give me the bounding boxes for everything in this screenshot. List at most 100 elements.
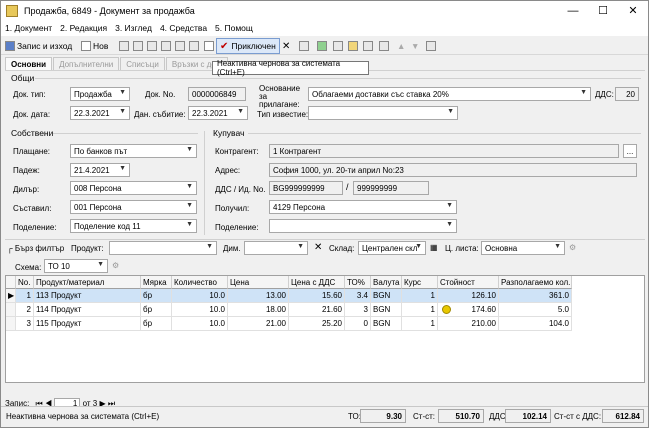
column-header[interactable]: Цена bbox=[228, 276, 289, 289]
available-qty-cell: 361.0 bbox=[499, 289, 572, 303]
unit-cell[interactable]: бр bbox=[141, 289, 172, 303]
quantity-cell[interactable]: 10.0 bbox=[172, 303, 228, 317]
menu-document[interactable]: 1. Документ bbox=[5, 23, 52, 33]
minimize-button[interactable]: — bbox=[558, 1, 588, 20]
quantity-cell[interactable]: 10.0 bbox=[172, 317, 228, 331]
currency-cell[interactable]: BGN bbox=[371, 289, 402, 303]
buyer-division-select[interactable]: ▼ bbox=[269, 219, 457, 233]
refresh-button[interactable] bbox=[317, 38, 329, 54]
maximize-button[interactable]: ☐ bbox=[588, 1, 618, 20]
to-percent-cell[interactable]: 0 bbox=[345, 317, 371, 331]
notice-type-select[interactable]: ▼ bbox=[308, 106, 458, 120]
unit-cell[interactable]: бр bbox=[141, 317, 172, 331]
doc-date-picker[interactable]: 22.3.2021 ▼ bbox=[70, 106, 130, 120]
tooltip: Неактивна чернова за системата (Ctrl+E) bbox=[212, 59, 369, 77]
paste-button[interactable] bbox=[147, 38, 159, 54]
rate-cell[interactable]: 1 bbox=[402, 303, 438, 317]
close-button[interactable]: ✕ bbox=[618, 1, 648, 20]
product-filter-select[interactable]: ▼ bbox=[109, 241, 217, 255]
dim-filter-select[interactable]: ▼ bbox=[244, 241, 308, 255]
doc-no-field[interactable]: 0000006849 bbox=[188, 87, 246, 101]
column-header[interactable]: Разполагаемо кол. bbox=[499, 276, 572, 289]
column-header[interactable]: No. bbox=[16, 276, 34, 289]
preview-button[interactable] bbox=[175, 38, 187, 54]
payment-select[interactable]: По банков път ▼ bbox=[70, 144, 197, 158]
rate-cell[interactable]: 1 bbox=[402, 289, 438, 303]
price-cell[interactable]: 21.00 bbox=[228, 317, 289, 331]
attach-button[interactable] bbox=[333, 38, 345, 54]
receiver-select[interactable]: 4129 Персона ▼ bbox=[269, 200, 457, 214]
print-button[interactable] bbox=[161, 38, 173, 54]
column-header[interactable]: Продукт/материал bbox=[34, 276, 141, 289]
tab-additional[interactable]: Допълнителни bbox=[53, 57, 120, 70]
cart-button[interactable] bbox=[363, 38, 375, 54]
save-exit-button[interactable]: Запис и изход bbox=[5, 38, 72, 54]
basis-select[interactable]: Облагаеми доставки със ставка 20% ▼ bbox=[308, 87, 591, 101]
price-vat-cell[interactable]: 15.60 bbox=[289, 289, 345, 303]
column-header[interactable]: Курс bbox=[402, 276, 438, 289]
price-vat-cell[interactable]: 25.20 bbox=[289, 317, 345, 331]
folder-button[interactable] bbox=[348, 38, 360, 54]
complete-button[interactable]: ✔ Приключен bbox=[216, 38, 280, 54]
new-button[interactable]: Нов bbox=[81, 38, 108, 54]
copy-button[interactable] bbox=[133, 38, 145, 54]
contractor-field[interactable]: 1 Контрагент bbox=[269, 144, 619, 158]
to-percent-cell[interactable]: 3.4 bbox=[345, 289, 371, 303]
pricelist-config-icon[interactable]: ⚙ bbox=[569, 243, 576, 252]
list-button[interactable] bbox=[299, 38, 311, 54]
move-down-button[interactable]: ▼ bbox=[411, 38, 419, 54]
draft-button[interactable] bbox=[204, 38, 216, 54]
price-vat-cell[interactable]: 21.60 bbox=[289, 303, 345, 317]
creator-select[interactable]: 001 Персона ▼ bbox=[70, 200, 197, 214]
vat-total-field: 102.14 bbox=[505, 409, 551, 423]
chevron-down-icon: ▼ bbox=[186, 146, 193, 153]
menu-edit[interactable]: 2. Редакция bbox=[60, 23, 107, 33]
event-date-picker[interactable]: 22.3.2021 ▼ bbox=[188, 106, 248, 120]
to-percent-cell[interactable]: 3 bbox=[345, 303, 371, 317]
quantity-cell[interactable]: 10.0 bbox=[172, 289, 228, 303]
cancel-button[interactable]: ✕ bbox=[282, 38, 290, 54]
column-header[interactable]: Стойност bbox=[438, 276, 499, 289]
column-header[interactable]: Мярка bbox=[141, 276, 172, 289]
clear-filter-icon[interactable]: ✕ bbox=[314, 242, 322, 253]
column-header[interactable]: ТО% bbox=[345, 276, 371, 289]
app-icon bbox=[6, 4, 18, 17]
currency-cell[interactable]: BGN bbox=[371, 317, 402, 331]
vat-id-field[interactable]: BG999999999 bbox=[269, 181, 343, 195]
help-button[interactable] bbox=[426, 38, 438, 54]
own-division-select[interactable]: Поделение код 11 ▼ bbox=[70, 219, 197, 233]
address-field[interactable]: София 1000, ул. 20-ти април No:23 bbox=[269, 163, 637, 177]
product-cell[interactable]: 115 Продукт bbox=[34, 317, 141, 331]
rate-cell[interactable]: 1 bbox=[402, 317, 438, 331]
warehouse-doc-icon[interactable]: ▦ bbox=[430, 243, 438, 252]
product-cell[interactable]: 114 Продукт bbox=[34, 303, 141, 317]
price-cell[interactable]: 13.00 bbox=[228, 289, 289, 303]
due-date-picker[interactable]: 21.4.2021 ▼ bbox=[70, 163, 130, 177]
dealer-select[interactable]: 008 Персона ▼ bbox=[70, 181, 197, 195]
vat-rate-field[interactable]: 20 bbox=[615, 87, 639, 101]
contractor-browse-button[interactable]: ... bbox=[623, 144, 637, 158]
pricelist-select[interactable]: Основна ▼ bbox=[481, 241, 565, 255]
tab-main[interactable]: Основни bbox=[5, 57, 53, 70]
tab-lists[interactable]: Списъци bbox=[120, 57, 165, 70]
unit-cell[interactable]: бр bbox=[141, 303, 172, 317]
menu-tools[interactable]: 4. Средства bbox=[160, 23, 207, 33]
currency-cell[interactable]: BGN bbox=[371, 303, 402, 317]
grid-button[interactable] bbox=[379, 38, 391, 54]
help-icon bbox=[426, 41, 436, 51]
column-header[interactable]: Количество bbox=[172, 276, 228, 289]
doc-type-select[interactable]: Продажба ▼ bbox=[70, 87, 130, 101]
id-no-field[interactable]: 999999999 bbox=[353, 181, 429, 195]
product-cell[interactable]: 113 Продукт bbox=[34, 289, 141, 303]
cut-button[interactable] bbox=[119, 38, 131, 54]
move-up-button[interactable]: ▲ bbox=[397, 38, 405, 54]
column-header[interactable]: Цена с ДДС bbox=[289, 276, 345, 289]
scheme-config-icon[interactable]: ⚙ bbox=[112, 261, 119, 270]
menu-help[interactable]: 5. Помощ bbox=[215, 23, 253, 33]
warehouse-select[interactable]: Централен скл ▼ bbox=[358, 241, 426, 255]
column-header[interactable]: Валута bbox=[371, 276, 402, 289]
menu-view[interactable]: 3. Изглед bbox=[115, 23, 152, 33]
scheme-select[interactable]: ТО 10 ▼ bbox=[44, 259, 108, 273]
export-button[interactable] bbox=[189, 38, 201, 54]
price-cell[interactable]: 18.00 bbox=[228, 303, 289, 317]
